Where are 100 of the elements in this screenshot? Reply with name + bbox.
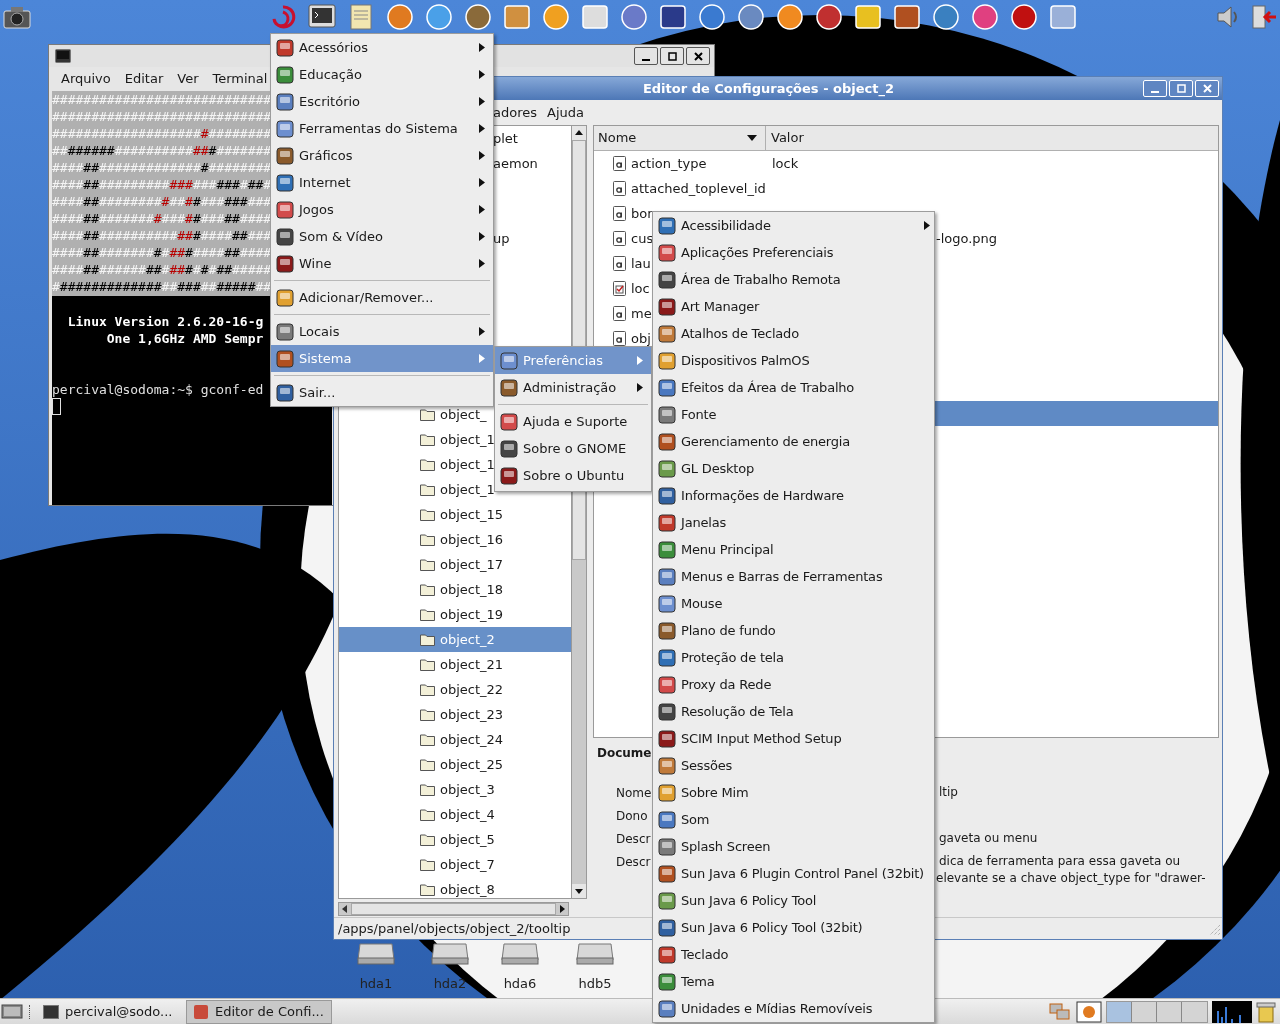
tree-item[interactable]: object_24 [339,727,571,752]
tree-item[interactable]: object_16 [339,527,571,552]
checkbox-icon [613,281,626,296]
tree-item[interactable]: object_5 [339,827,571,852]
submenu-arrow-icon [479,97,485,106]
menu-item[interactable]: Aplicações Preferenciais [653,239,934,266]
menu-item[interactable]: Unidades e Mídias Removíveis [653,995,934,1022]
close-button[interactable] [686,47,710,65]
menu-item[interactable]: Atalhos de Teclado [653,320,934,347]
tree-item[interactable]: object_8 [339,877,571,898]
folder-icon [420,583,435,596]
tree-item[interactable]: object_7 [339,852,571,877]
menu-item[interactable]: GL Desktop [653,455,934,482]
tree-item[interactable]: object_25 [339,752,571,777]
taskbar-button[interactable]: Editor de Confi... [186,999,332,1024]
menu-item[interactable]: Wine [271,250,493,277]
trash-icon[interactable] [1256,1000,1276,1023]
app-icon [276,383,294,402]
menu-item[interactable]: SCIM Input Method Setup [653,725,934,752]
column-header[interactable]: Valor [766,126,1218,150]
menu-item[interactable]: Sun Java 6 Policy Tool (32bit) [653,914,934,941]
terminal-icon[interactable] [307,2,337,31]
menu-item[interactable]: Ajuda e Suporte [495,408,651,435]
menu-item[interactable]: Educação [271,61,493,88]
menu-item[interactable]: Internet [271,169,493,196]
tree-item[interactable]: object_22 [339,677,571,702]
tree-item[interactable]: object_21 [339,652,571,677]
menu-item[interactable]: Proxy da Rede [653,671,934,698]
tree-item[interactable]: object_19 [339,602,571,627]
menu-item[interactable]: Escritório [271,88,493,115]
tree-item[interactable]: object_4 [339,802,571,827]
app-icon[interactable] [736,2,766,31]
menu-item[interactable]: Ajuda [547,102,584,123]
menu-item[interactable]: Som [653,806,934,833]
menu-item[interactable]: Sobre o Ubuntu [495,462,651,489]
system-monitor-graph[interactable] [1212,1000,1252,1023]
menu-item[interactable]: Adicionar/Remover... [271,284,493,311]
menu-item[interactable]: Locais [271,318,493,345]
logout-icon[interactable] [1249,3,1277,30]
menu-item[interactable]: Sun Java 6 Plugin Control Panel (32bit) [653,860,934,887]
menu-item[interactable]: Efeitos da Área de Trabalho [653,374,934,401]
tree-item[interactable]: object_3 [339,777,571,802]
app-icon[interactable] [853,2,883,31]
menu-item[interactable]: Menu Principal [653,536,934,563]
app-icon[interactable] [697,2,727,31]
menu-item[interactable]: Área de Trabalho Remota [653,266,934,293]
menu-item[interactable]: Informações de Hardware [653,482,934,509]
network-icon[interactable] [1048,1001,1072,1022]
menu-item[interactable]: Splash Screen [653,833,934,860]
menu-item[interactable]: Jogos [271,196,493,223]
tree-item[interactable]: object_18 [339,577,571,602]
menu-item[interactable]: Menus e Barras de Ferramentas [653,563,934,590]
menu-item[interactable]: Editar [124,69,164,89]
menu-item[interactable]: Plano de fundo [653,617,934,644]
tree-item[interactable]: aemon [493,151,538,176]
menu-item[interactable]: Acessórios [271,34,493,61]
maximize-button[interactable] [660,47,684,65]
app-icon[interactable] [658,2,688,31]
desktop-icon-label[interactable]: hdb5 [578,974,612,994]
menu-item[interactable]: Dispositivos PalmOS [653,347,934,374]
menu-item[interactable]: Gerenciamento de energia [653,428,934,455]
menu-item[interactable]: Janelas [653,509,934,536]
maximize-icon [1176,84,1186,93]
taskbar-button[interactable]: percival@sodo... [37,999,183,1024]
menu-item[interactable]: Sun Java 6 Policy Tool [653,887,934,914]
menu-item[interactable]: Art Manager [653,293,934,320]
menu-item[interactable]: Som & Vídeo [271,223,493,250]
menu-item[interactable]: Sair... [271,379,493,406]
menu-item[interactable]: Ferramentas do Sistema [271,115,493,142]
menu-item[interactable]: Sobre o GNOME [495,435,651,462]
tree-item[interactable]: up [493,226,510,251]
menu-item[interactable]: Resolução de Tela [653,698,934,725]
tree-item[interactable]: plet [493,126,518,151]
menu-item[interactable]: Arquivo [61,69,111,89]
minimize-button[interactable] [634,47,658,65]
column-header[interactable]: Nome [594,126,766,150]
tree-item[interactable]: object_23 [339,702,571,727]
menu-item[interactable]: adores [493,102,537,123]
menu-item[interactable]: Terminal [212,69,268,89]
menu-item[interactable]: Gráficos [271,142,493,169]
submenu-arrow-icon [479,70,485,79]
menu-item[interactable]: Sessões [653,752,934,779]
menu-item[interactable]: Proteção de tela [653,644,934,671]
menu-item[interactable]: Acessibilidade [653,212,934,239]
show-desktop-icon[interactable] [1,1002,23,1021]
menu-item[interactable]: Administração [495,374,651,401]
workspace-switcher[interactable] [1106,1000,1208,1023]
app-icon[interactable] [1009,2,1039,31]
menu-item[interactable]: Teclado [653,941,934,968]
hard-drive-icon[interactable] [430,940,470,966]
menu-item[interactable]: Tema [653,968,934,995]
tree-item[interactable]: object_17 [339,552,571,577]
desktop-icon-label[interactable]: hda6 [503,974,537,994]
menu-item[interactable]: Ver [177,69,199,89]
tree-item[interactable]: object_15 [339,502,571,527]
menu-item[interactable]: Sobre Mim [653,779,934,806]
scrollbar-thumb[interactable] [351,903,556,915]
menu-item[interactable]: Fonte [653,401,934,428]
horizontal-scrollbar[interactable] [338,902,569,916]
menu-item[interactable]: Mouse [653,590,934,617]
